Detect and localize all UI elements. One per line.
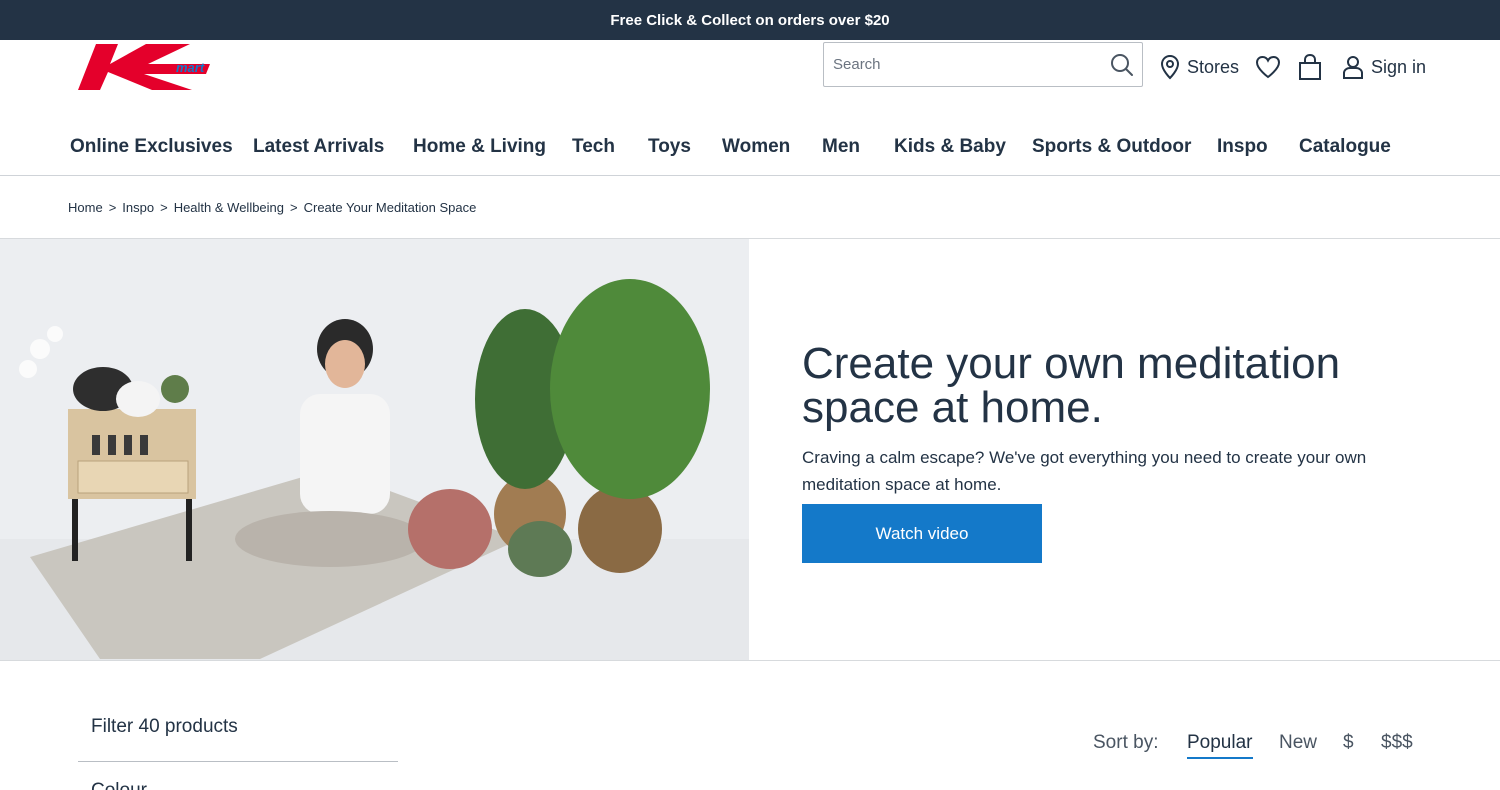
search-bar (823, 42, 1143, 87)
sign-in-link[interactable]: Sign in (1341, 52, 1426, 82)
nav-catalogue[interactable]: Catalogue (1299, 136, 1391, 158)
stores-link[interactable]: Stores (1159, 52, 1239, 82)
breadcrumb-separator: > (108, 200, 117, 215)
sign-in-label: Sign in (1371, 56, 1427, 77)
sort-new[interactable]: New (1279, 732, 1317, 754)
location-pin-icon (1160, 54, 1180, 80)
shopping-bag-icon (1299, 53, 1321, 80)
nav-latest-arrivals[interactable]: Latest Arrivals (253, 136, 384, 158)
wishlist-button[interactable] (1254, 52, 1282, 82)
nav-women[interactable]: Women (722, 136, 790, 158)
meditation-scene-illustration (0, 239, 749, 661)
kmart-logo-mark: mart (78, 44, 210, 90)
promo-banner: Free Click & Collect on orders over $20 (0, 0, 1500, 40)
nav-toys[interactable]: Toys (648, 136, 691, 158)
nav-online-exclusives[interactable]: Online Exclusives (70, 136, 233, 158)
nav-men[interactable]: Men (822, 136, 860, 158)
search-button[interactable] (1102, 43, 1142, 86)
breadcrumb-inspo[interactable]: Inspo (122, 200, 154, 215)
nav-home-living[interactable]: Home & Living (413, 136, 546, 158)
nav-inspo[interactable]: Inspo (1217, 136, 1268, 158)
watch-video-button[interactable]: Watch video (802, 504, 1042, 563)
promo-text: Free Click & Collect on orders over $20 (610, 11, 890, 29)
hero-subtitle: Craving a calm escape? We've got everyth… (802, 448, 1367, 494)
breadcrumb-separator: > (290, 200, 298, 215)
sort-popular[interactable]: Popular (1187, 732, 1253, 759)
breadcrumb-current: Create Your Meditation Space (303, 200, 477, 215)
sort-price-low[interactable]: $ (1343, 732, 1354, 754)
hero-divider-bottom (0, 660, 1500, 661)
kmart-logo[interactable]: mart (78, 44, 230, 92)
stores-label: Stores (1187, 56, 1240, 77)
filter-products-heading[interactable]: Filter 40 products (91, 716, 238, 738)
heart-icon (1255, 55, 1281, 79)
sort-label: Sort by: (1093, 732, 1159, 753)
breadcrumb-health-wellbeing[interactable]: Health & Wellbeing (174, 200, 284, 215)
search-input[interactable] (824, 43, 1102, 86)
main-navigation: Online Exclusives Latest Arrivals Home &… (0, 124, 1500, 176)
search-icon (1111, 53, 1133, 76)
hero-image (0, 239, 749, 661)
filter-divider (78, 761, 398, 762)
nav-kids-baby[interactable]: Kids & Baby (894, 136, 1006, 158)
breadcrumb-separator: > (160, 200, 168, 215)
breadcrumb-home[interactable]: Home (68, 200, 103, 215)
hero-title: Create your own meditation space at home… (802, 339, 1341, 432)
sort-price-high[interactable]: $$$ (1381, 732, 1413, 754)
nav-sports-outdoor[interactable]: Sports & Outdoor (1032, 136, 1191, 158)
logo-wordmark: mart (176, 60, 205, 75)
nav-tech[interactable]: Tech (572, 136, 615, 158)
cart-button[interactable] (1297, 52, 1323, 82)
user-icon (1343, 56, 1363, 79)
filter-colour-heading[interactable]: Colour (91, 780, 147, 790)
breadcrumb: Home > Inspo > Health & Wellbeing > Crea… (68, 200, 476, 215)
